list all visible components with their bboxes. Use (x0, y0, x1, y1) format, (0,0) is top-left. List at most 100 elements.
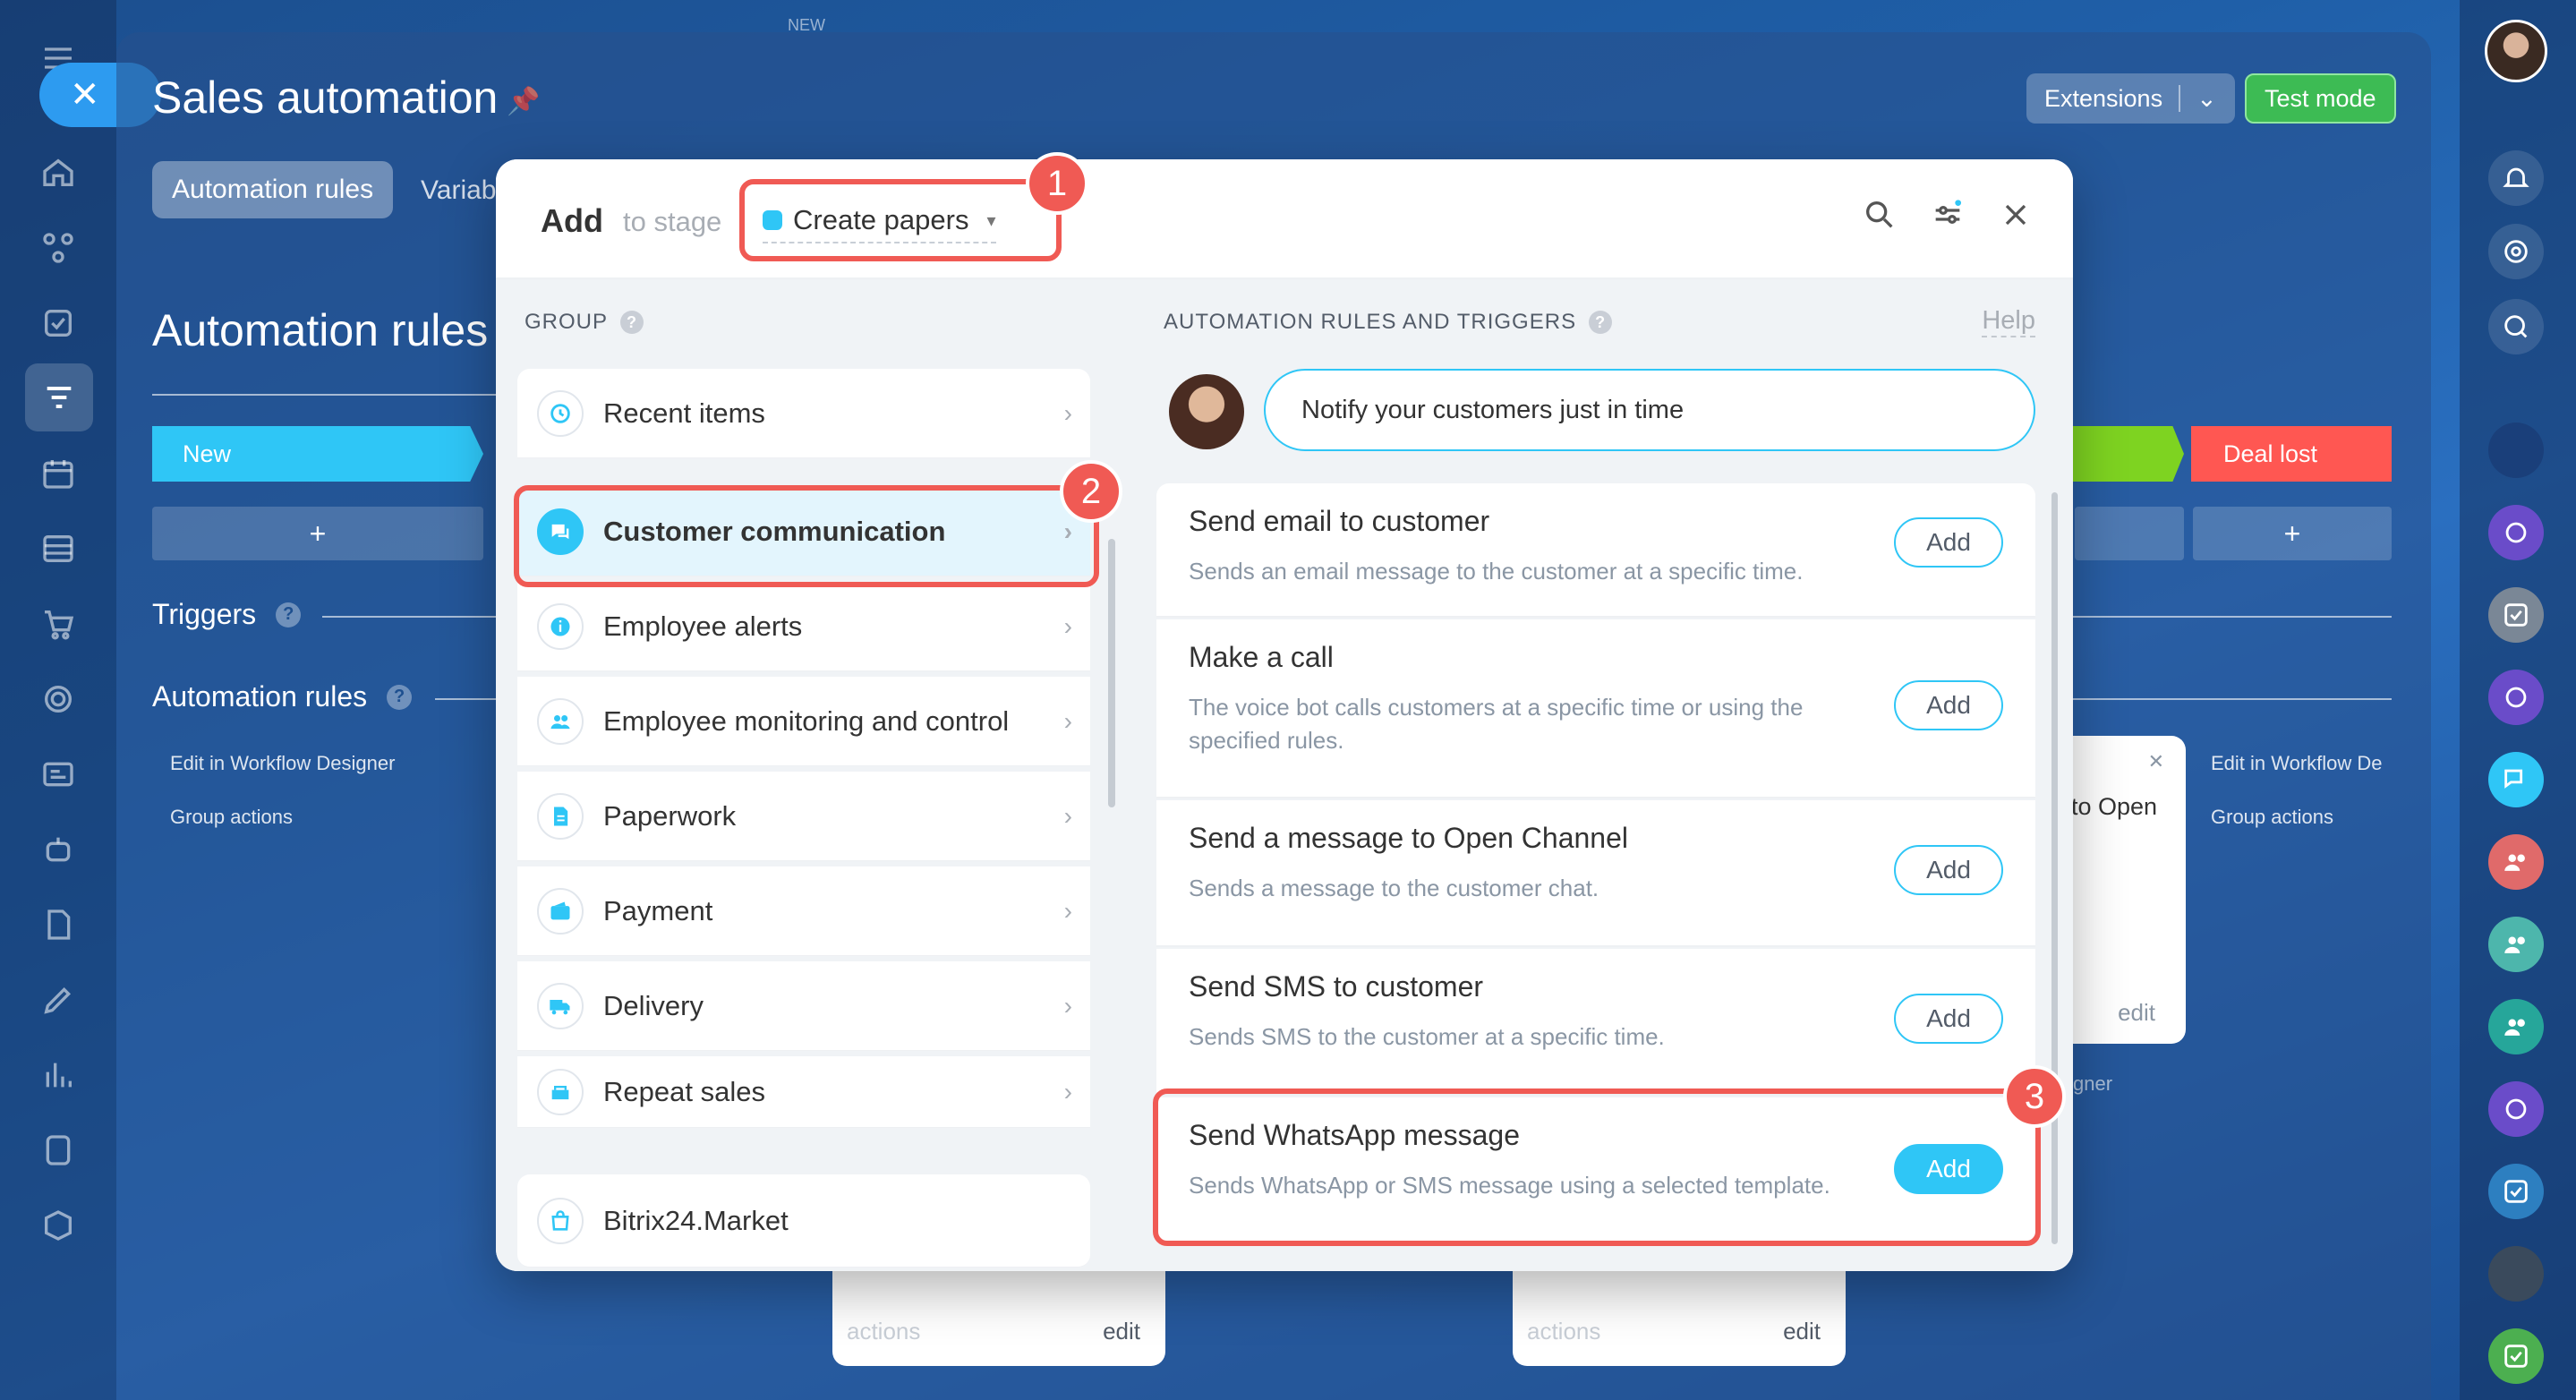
add-rule-lost-button[interactable]: + (2193, 507, 2392, 560)
group-actions-link-right[interactable]: Group actions (2211, 806, 2333, 829)
extensions-button[interactable]: Extensions ⌄ (2026, 73, 2235, 124)
rule-item-open-channel[interactable]: Send a message to Open Channel Sends a m… (1156, 800, 2035, 947)
close-icon[interactable]: ✕ (2148, 750, 2164, 773)
group-item-payment[interactable]: Payment › (517, 866, 1090, 956)
help-icon[interactable]: ? (387, 684, 413, 710)
checklist-icon[interactable] (2488, 587, 2544, 643)
edit-in-workflow-designer-link-right[interactable]: Edit in Workflow De (2211, 752, 2383, 775)
add-rule-button[interactable]: Add (1894, 845, 2003, 895)
group-item-repeat-sales[interactable]: Repeat sales › (517, 1056, 1090, 1128)
openline-icon-2[interactable] (2488, 670, 2544, 725)
chevron-down-icon: ⌄ (2196, 84, 2217, 112)
group-item-label: Recent items (603, 397, 765, 429)
group-icon[interactable] (2488, 834, 2544, 890)
user-avatar[interactable] (2485, 20, 2547, 82)
automation-rules-label: Automation rules ? (152, 680, 413, 713)
calendar-icon[interactable] (36, 451, 81, 496)
group-item-paperwork[interactable]: Paperwork › (517, 772, 1090, 861)
rules-label: AUTOMATION RULES AND TRIGGERS ? (1164, 310, 1613, 335)
checklist-icon-3[interactable] (2488, 1328, 2544, 1384)
contact-avatar-2[interactable] (2488, 1246, 2544, 1302)
info-icon (537, 602, 584, 650)
search-icon[interactable] (1862, 197, 1898, 237)
tip-bubble: Notify your customers just in time (1264, 369, 2035, 451)
rule-item-send-sms[interactable]: Send SMS to customer Sends SMS to the cu… (1156, 949, 2035, 1096)
group-item-delivery[interactable]: Delivery › (517, 961, 1090, 1051)
openline-icon-3[interactable] (2488, 1081, 2544, 1137)
card-edit-link[interactable]: edit (1783, 1318, 1821, 1345)
sign-icon[interactable] (36, 902, 81, 947)
group-item-employee-monitoring[interactable]: Employee monitoring and control › (517, 677, 1090, 766)
truck-icon (537, 982, 584, 1029)
help-icon[interactable]: ? (620, 311, 644, 334)
edit-in-workflow-designer-link[interactable]: Edit in Workflow Designer (170, 752, 395, 775)
stage-deal-lost[interactable]: Deal lost (2191, 426, 2392, 482)
annotation-badge-2: 2 (1060, 460, 1122, 523)
target-icon[interactable] (36, 677, 81, 721)
add-rule-button[interactable]: Add (1894, 994, 2003, 1044)
stage-won[interactable] (2071, 426, 2184, 482)
card-edit-link[interactable]: edit (1103, 1318, 1140, 1345)
contact-center-icon[interactable] (36, 752, 81, 797)
robot-icon[interactable] (36, 827, 81, 872)
copilot-icon[interactable] (2488, 224, 2544, 279)
section-title: Automation rules (152, 305, 489, 355)
chat-bubbles-icon[interactable] (2488, 752, 2544, 807)
highlight-whatsapp-rule (1153, 1088, 2041, 1246)
rules-scrollbar[interactable] (2051, 492, 2058, 1244)
pin-icon[interactable]: 📌 (507, 86, 540, 117)
tasks-icon[interactable] (36, 301, 81, 346)
card-actions-text: actions (1527, 1318, 1601, 1345)
test-mode-button[interactable]: Test mode (2245, 73, 2396, 124)
checklist-icon-2[interactable] (2488, 1164, 2544, 1219)
stage-new[interactable]: New (152, 426, 483, 482)
openline-icon[interactable] (2488, 505, 2544, 560)
group-scrollbar[interactable] (1108, 539, 1115, 807)
help-icon[interactable]: ? (276, 602, 302, 627)
triggers-label: Triggers ? (152, 598, 302, 631)
group-item-label: Payment (603, 894, 713, 926)
help-link[interactable]: Help (1982, 306, 2035, 337)
card-text: to Open (2071, 793, 2158, 820)
storage-icon[interactable] (36, 526, 81, 571)
group-item-market[interactable]: Bitrix24.Market (517, 1174, 1090, 1268)
crm-filter-icon[interactable] (25, 363, 93, 431)
triggers-text: Triggers (152, 598, 257, 630)
divider (2179, 85, 2181, 112)
add-rule-green-button[interactable] (2075, 507, 2184, 560)
group-item-employee-alerts[interactable]: Employee alerts › (517, 582, 1090, 671)
chevron-right-icon: › (1063, 897, 1072, 925)
group-icon-2[interactable] (2488, 917, 2544, 972)
tab-automation-rules[interactable]: Automation rules (152, 161, 394, 218)
settings-cube-icon[interactable] (36, 1203, 81, 1248)
chevron-right-icon: › (1063, 612, 1072, 640)
help-icon[interactable]: ? (1589, 311, 1613, 334)
divider (2073, 698, 2392, 700)
rule-item-send-email[interactable]: Send email to customer Sends an email me… (1156, 483, 2035, 618)
home-icon[interactable] (36, 150, 81, 195)
pen-icon[interactable] (36, 977, 81, 1022)
chevron-right-icon: › (1063, 1078, 1072, 1105)
group-icon-3[interactable] (2488, 999, 2544, 1054)
group-actions-link[interactable]: Group actions (170, 806, 293, 829)
marketing-icon[interactable] (36, 1128, 81, 1173)
rule-description: The voice bot calls customers at a speci… (1189, 694, 1804, 754)
contact-avatar-1[interactable] (2488, 423, 2544, 478)
extensions-label: Extensions (2044, 84, 2163, 112)
filter-settings-icon[interactable] (1930, 197, 1966, 237)
tab-variables[interactable]: Variab (421, 175, 497, 206)
close-icon[interactable] (1998, 197, 2034, 237)
group-item-recent[interactable]: Recent items › (517, 369, 1090, 458)
network-icon[interactable] (36, 226, 81, 270)
add-rule-button[interactable]: Add (1894, 680, 2003, 730)
divider (2073, 616, 2392, 618)
dialog-header: Add to stage Create papers ▾ (496, 159, 2073, 279)
bell-icon[interactable] (2488, 150, 2544, 206)
add-rule-new-button[interactable]: + (152, 507, 483, 560)
rule-item-make-call[interactable]: Make a call The voice bot calls customer… (1156, 619, 2035, 798)
cart-icon[interactable] (36, 602, 81, 646)
search-chat-icon[interactable] (2488, 299, 2544, 354)
analytics-icon[interactable] (36, 1053, 81, 1097)
card-edit-link[interactable]: edit (2118, 999, 2155, 1027)
add-rule-button[interactable]: Add (1894, 517, 2003, 568)
